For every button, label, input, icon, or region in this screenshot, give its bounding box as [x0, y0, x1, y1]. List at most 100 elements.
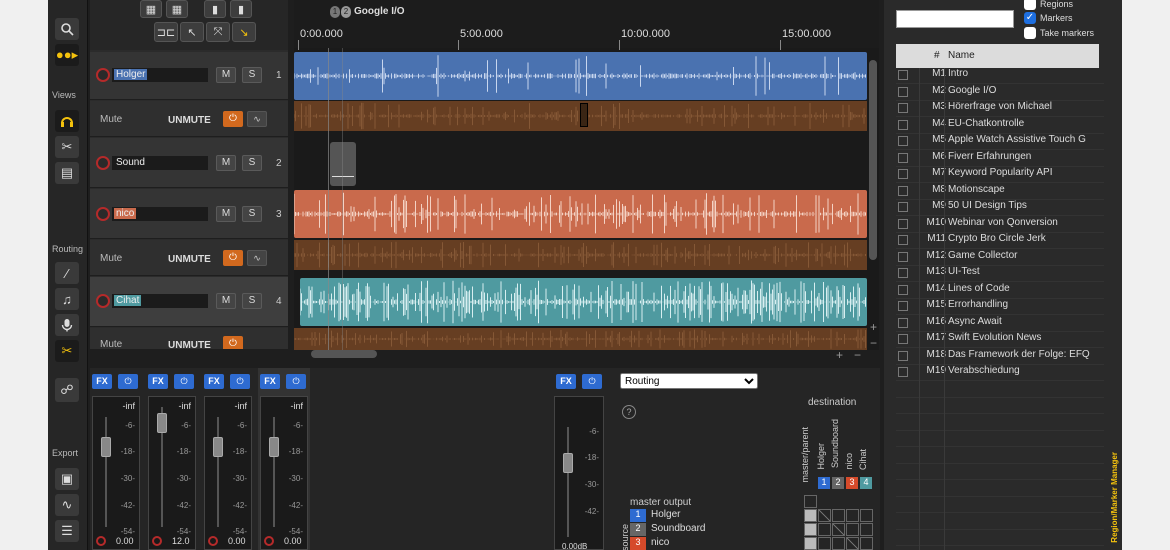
solo-button[interactable]: S	[242, 67, 262, 83]
marker-row[interactable]: M12 Game Collector	[896, 250, 1104, 266]
record-arm-button[interactable]	[96, 207, 110, 221]
marker-row[interactable]: M9 50 UI Design Tips	[896, 200, 1104, 216]
marker-row[interactable]: M10 Webinar von Qonversion	[896, 217, 1104, 233]
volume-readout[interactable]: 0.00	[284, 536, 302, 546]
routing-select[interactable]: Routing	[620, 373, 758, 389]
marker-row[interactable]: M13 UI-Test	[896, 266, 1104, 282]
track-name-field[interactable]: Cihat	[112, 294, 208, 308]
mute-envelope-cihat[interactable]	[293, 328, 867, 350]
track-name-field[interactable]: Sound	[112, 156, 208, 170]
volume-readout[interactable]: 12.0	[172, 536, 190, 546]
fx-button[interactable]: FX	[556, 374, 576, 389]
vertical-scrollbar[interactable]	[869, 60, 877, 260]
marker-select-checkbox[interactable]	[898, 350, 908, 361]
routing-cell[interactable]	[818, 509, 831, 522]
marker-row[interactable]: M19 Verabschiedung	[896, 365, 1104, 381]
marker-row[interactable]: M2 Google I/O	[896, 85, 1104, 101]
volume-fader[interactable]	[213, 437, 223, 457]
marker-select-checkbox[interactable]	[898, 185, 908, 196]
marker-select-checkbox[interactable]	[898, 169, 908, 179]
record-arm-button[interactable]	[96, 156, 110, 170]
routing-cell[interactable]	[804, 509, 817, 522]
envelope-power-icon[interactable]: ⏻	[223, 250, 243, 266]
record-arm-button[interactable]	[96, 294, 110, 308]
bookmark-alt-icon[interactable]: ▮	[230, 0, 252, 18]
marker-select-checkbox[interactable]	[898, 301, 908, 311]
phase-icon[interactable]	[208, 536, 218, 546]
marker-row[interactable]: M7 Keyword Popularity API	[896, 167, 1104, 183]
volume-fader[interactable]	[101, 437, 111, 457]
envelope-power-icon[interactable]: ⏻	[223, 111, 243, 127]
mute-button[interactable]: M	[216, 155, 236, 171]
microphone-icon[interactable]	[55, 314, 79, 336]
grid-small-icon[interactable]: ▦	[140, 0, 162, 18]
arrange-view[interactable]: 1 2 Google I/O 0:00.000 5:00.000 10:00.0…	[293, 0, 879, 350]
marker-search-input[interactable]	[896, 10, 1014, 28]
phase-icon[interactable]	[96, 536, 106, 546]
marker-select-checkbox[interactable]	[898, 317, 908, 328]
fx-button[interactable]: FX	[260, 374, 280, 389]
scissors-icon[interactable]: ✂	[55, 136, 79, 158]
power-icon[interactable]: ⏻	[582, 374, 602, 389]
marker-row[interactable]: M1 Intro	[896, 68, 1104, 84]
marker-row[interactable]: M6 Fiverr Erfahrungen	[896, 151, 1104, 167]
marker-row[interactable]: M17 Swift Evolution News	[896, 332, 1104, 348]
fx-button[interactable]: FX	[92, 374, 112, 389]
bookmark-icon[interactable]: ▮	[204, 0, 226, 18]
ripple-icon[interactable]: ⊐⊏	[154, 22, 178, 42]
marker-select-checkbox[interactable]	[898, 202, 908, 212]
envelope-curve-icon[interactable]: ∿	[247, 250, 267, 266]
satellite-icon[interactable]: ☍	[55, 378, 79, 402]
music-note-icon[interactable]: ♫	[55, 288, 79, 310]
power-icon[interactable]: ⏻	[118, 374, 138, 389]
marker-select-checkbox[interactable]	[898, 136, 908, 146]
regions-checkbox[interactable]	[1024, 0, 1036, 10]
take-markers-checkbox[interactable]	[1024, 27, 1036, 39]
marker-select-checkbox[interactable]	[898, 235, 908, 245]
zoom-in-icon[interactable]: +	[870, 320, 877, 334]
track-cihat[interactable]: Cihat M S 4	[90, 277, 288, 327]
marker-select-checkbox[interactable]	[898, 103, 908, 113]
horizontal-scrollbar[interactable]	[311, 350, 377, 358]
zoom-icon[interactable]	[55, 18, 79, 40]
marker-row[interactable]: M3 Hörerfrage von Michael	[896, 101, 1104, 117]
media-item-cihat[interactable]	[299, 278, 867, 326]
master-volume-readout[interactable]: 0.00dB	[562, 542, 587, 550]
marker-select-checkbox[interactable]	[898, 367, 908, 377]
marker-table-header[interactable]: # Name	[896, 44, 1099, 68]
phase-icon[interactable]	[152, 536, 162, 546]
h-zoom-in-icon[interactable]: +	[836, 348, 843, 362]
marker-select-checkbox[interactable]	[898, 284, 908, 295]
power-icon[interactable]: ⏻	[286, 374, 306, 389]
help-icon[interactable]: ?	[622, 405, 636, 419]
marker-row[interactable]: M15 Errorhandling	[896, 299, 1104, 315]
marker-row[interactable]: M11 Crypto Bro Circle Jerk	[896, 233, 1104, 249]
markers-checkbox[interactable]: ✓	[1024, 12, 1036, 24]
routing-cell[interactable]	[846, 509, 859, 522]
export-image-icon[interactable]: ▣	[55, 468, 79, 490]
mute-button[interactable]: M	[216, 293, 236, 309]
track-name-field[interactable]: Holger	[112, 68, 208, 82]
marker-select-checkbox[interactable]	[898, 334, 908, 344]
marker-badge[interactable]: 2	[341, 6, 351, 18]
master-fader[interactable]	[563, 453, 573, 473]
follow-playhead-icon[interactable]: ●●▸	[55, 44, 79, 66]
track-sound[interactable]: Sound M S 2	[90, 138, 288, 188]
track-name-field[interactable]: nico	[112, 207, 208, 221]
waveform-icon[interactable]: ∿	[55, 494, 79, 516]
fx-button[interactable]: FX	[148, 374, 168, 389]
marker-select-checkbox[interactable]	[898, 218, 908, 229]
grid-large-icon[interactable]: ▦	[166, 0, 188, 18]
headphones-icon[interactable]	[55, 110, 79, 132]
routing-cell[interactable]	[860, 509, 873, 522]
document-icon[interactable]: ▤	[55, 162, 79, 184]
marker-select-checkbox[interactable]	[898, 86, 908, 97]
track-nico[interactable]: nico M S 3	[90, 189, 288, 239]
marker-select-checkbox[interactable]	[898, 70, 908, 80]
list-icon[interactable]: ☰	[55, 520, 79, 542]
mute-envelope-nico[interactable]	[293, 240, 867, 270]
volume-readout[interactable]: 0.00	[116, 536, 134, 546]
marker-row[interactable]: M4 EU-Chatkontrolle	[896, 118, 1104, 134]
marker-select-checkbox[interactable]	[898, 268, 908, 278]
media-item-holger[interactable]	[293, 52, 867, 100]
